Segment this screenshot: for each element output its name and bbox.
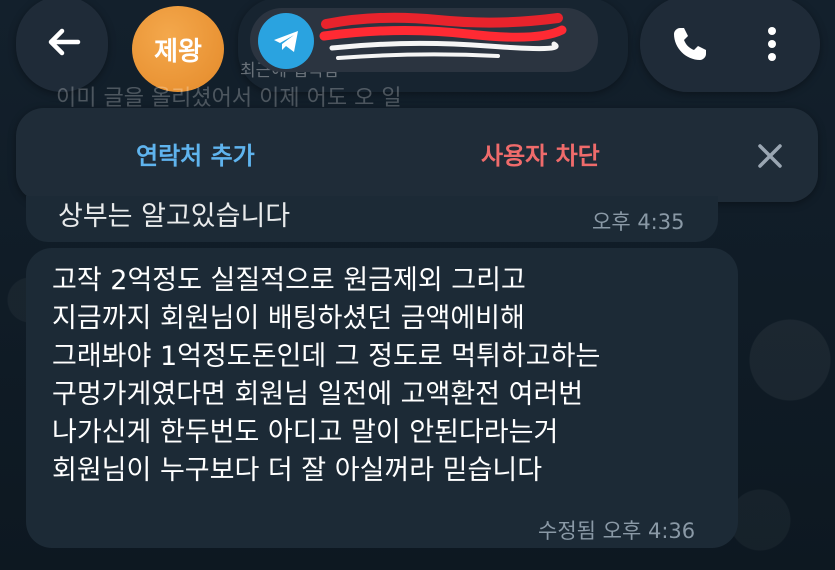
message-line: 회원님이 누구보다 더 잘 아실꺼라 믿습니다 (52, 455, 543, 486)
message-line: 그래봐야 1억정도돈인데 그 정도로 먹튀하고하는 (52, 341, 601, 372)
block-user-button[interactable]: 사용자 차단 (481, 136, 600, 171)
message-text: 고작 2억정도 실질적으로 원금제외 그리고 지금까지 회원님이 배팅하셨던 금… (52, 262, 600, 490)
message-meta: 수정됨 오후 4:36 (538, 515, 695, 545)
back-arrow-icon[interactable] (44, 22, 84, 62)
edited-label: 수정됨 (538, 519, 596, 543)
message-line: 고작 2억정도 실질적으로 원금제외 그리고 (52, 265, 526, 296)
avatar-initials: 제왕 (154, 36, 202, 67)
message-line: 나가신게 한두번도 아디고 말이 안된다라는거 (52, 417, 559, 448)
message-time: 오후 4:35 (592, 210, 685, 234)
contact-name (330, 26, 570, 54)
message-time: 오후 4:36 (602, 519, 696, 543)
message-line: 지금까지 회원님이 배팅하셨던 금액에비해 (52, 303, 525, 334)
header-actions (640, 0, 820, 92)
more-vertical-icon[interactable] (760, 24, 784, 64)
telegram-icon (258, 13, 314, 69)
phone-icon[interactable] (668, 22, 712, 66)
close-icon[interactable] (754, 140, 786, 172)
message-text: 상부는 알고있습니다 (58, 201, 291, 232)
add-contact-button[interactable]: 연락처 추가 (136, 136, 255, 171)
message-line: 구멍가게였다면 회원님 일전에 고액환전 여러번 (52, 379, 584, 410)
